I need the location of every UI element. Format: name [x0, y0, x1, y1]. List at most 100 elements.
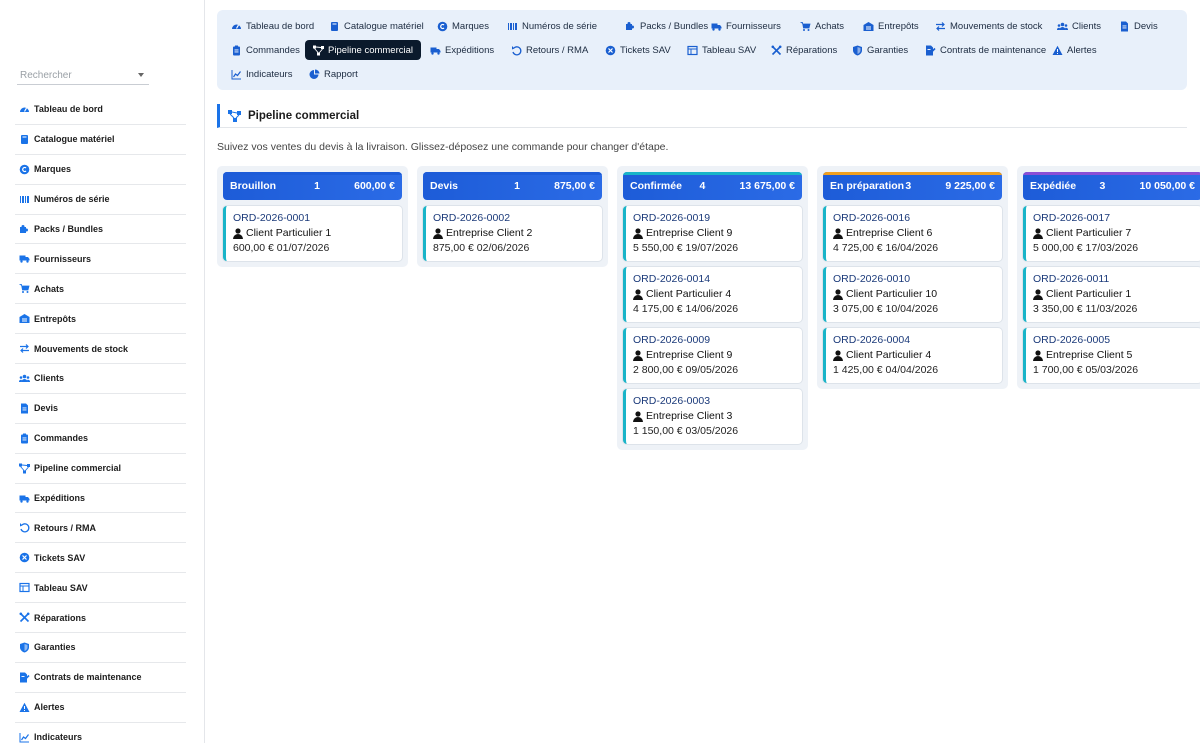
sidebar-item-reparations[interactable]: Réparations [15, 603, 186, 634]
nav-item-pipeline-commercial[interactable]: Pipeline commercial [305, 40, 422, 60]
sidebar-item-catalogue-materiel[interactable]: Catalogue matériel [15, 125, 186, 155]
sidebar-item-marques[interactable]: Marques [15, 155, 186, 185]
order-id-link[interactable]: ORD-2026-0002 [433, 211, 595, 226]
order-card[interactable]: ORD-2026-0002 Entreprise Client 2 875,00… [423, 206, 602, 261]
sidebar-item-numeros-de-serie[interactable]: Numéros de série [15, 185, 186, 215]
nav-item-clients[interactable]: Clients [1049, 16, 1109, 36]
nav-item-indicateurs[interactable]: Indicateurs [223, 64, 300, 84]
nav-item-garanties[interactable]: Garanties [844, 40, 916, 60]
kanban-column-en-preparation[interactable]: En préparation 3 9 225,00 € ORD-2026-001… [817, 166, 1008, 389]
nav-item-devis[interactable]: Devis [1111, 16, 1166, 36]
nav-item-tickets-sav[interactable]: Tickets SAV [597, 40, 679, 60]
order-id-link[interactable]: ORD-2026-0014 [633, 272, 795, 287]
column-title: En préparation [830, 180, 905, 192]
column-count: 3 [905, 180, 912, 192]
sidebar-item-label: Fournisseurs [34, 253, 92, 264]
kanban-column-confirmee[interactable]: Confirmée 4 13 675,00 € ORD-2026-0019 En… [617, 166, 808, 450]
kanban-column-brouillon[interactable]: Brouillon 1 600,00 € ORD-2026-0001 Clien… [217, 166, 408, 267]
order-id-link[interactable]: ORD-2026-0009 [633, 333, 795, 348]
sidebar-item-commandes[interactable]: Commandes [15, 424, 186, 454]
user-icon [833, 289, 843, 300]
nav-item-contrats-de-maintenance[interactable]: Contrats de maintenance [917, 40, 1054, 60]
order-card[interactable]: ORD-2026-0014 Client Particulier 4 4 175… [623, 267, 802, 322]
order-client: Client Particulier 1 [233, 226, 395, 241]
nav-item-fournisseurs[interactable]: Fournisseurs [703, 16, 789, 36]
nav-item-label: Mouvements de stock [950, 20, 1043, 32]
nav-item-mouvements-de-stock[interactable]: Mouvements de stock [927, 16, 1050, 36]
sidebar-item-garanties[interactable]: Garanties [15, 633, 186, 663]
sidebar-item-contrats-de-maintenance[interactable]: Contrats de maintenance [15, 663, 186, 693]
table-icon [19, 582, 30, 593]
client-name: Entreprise Client 9 [646, 227, 733, 239]
nav-item-rapport[interactable]: Rapport [301, 64, 366, 84]
nav-item-tableau-sav[interactable]: Tableau SAV [679, 40, 764, 60]
nav-item-label: Entrepôts [878, 20, 919, 32]
order-card[interactable]: ORD-2026-0016 Entreprise Client 6 4 725,… [823, 206, 1002, 261]
column-total: 600,00 € [354, 180, 395, 192]
sidebar-item-achats[interactable]: Achats [15, 274, 186, 305]
kanban-column-expediee[interactable]: Expédiée 3 10 050,00 € ORD-2026-0017 Cli… [1017, 166, 1200, 389]
order-card[interactable]: ORD-2026-0009 Entreprise Client 9 2 800,… [623, 328, 802, 383]
warehouse-icon [19, 313, 30, 324]
nav-item-label: Fournisseurs [726, 20, 781, 32]
kanban-column-devis[interactable]: Devis 1 875,00 € ORD-2026-0002 Entrepris… [417, 166, 608, 267]
sidebar-item-packs-bundles[interactable]: Packs / Bundles [15, 215, 186, 245]
sidebar-item-label: Indicateurs [34, 732, 83, 743]
sidebar-list: Tableau de bord Catalogue matériel Marqu… [15, 95, 186, 743]
order-id-link[interactable]: ORD-2026-0004 [833, 333, 995, 348]
sidebar-item-pipeline-commercial[interactable]: Pipeline commercial [15, 454, 186, 484]
order-client: Entreprise Client 6 [833, 226, 995, 241]
order-id-link[interactable]: ORD-2026-0001 [233, 211, 395, 226]
nav-item-achats[interactable]: Achats [792, 16, 852, 36]
order-id-link[interactable]: ORD-2026-0011 [1033, 272, 1195, 287]
cart-icon [19, 283, 30, 294]
nav-item-reparations[interactable]: Réparations [763, 40, 845, 60]
sidebar-item-devis[interactable]: Devis [15, 394, 186, 424]
column-total: 13 675,00 € [739, 180, 795, 192]
search-select[interactable]: Rechercher [17, 66, 149, 85]
nav-item-numeros-de-serie[interactable]: Numéros de série [499, 16, 605, 36]
order-id-link[interactable]: ORD-2026-0017 [1033, 211, 1195, 226]
nav-item-packs-bundles[interactable]: Packs / Bundles [617, 16, 716, 36]
order-id-link[interactable]: ORD-2026-0003 [633, 394, 795, 409]
file-icon [19, 403, 30, 414]
sidebar-item-mouvements-de-stock[interactable]: Mouvements de stock [15, 334, 186, 365]
order-card[interactable]: ORD-2026-0019 Entreprise Client 9 5 550,… [623, 206, 802, 261]
warning-icon [1052, 45, 1063, 56]
nav-item-alertes[interactable]: Alertes [1044, 40, 1105, 60]
nav-item-marques[interactable]: Marques [429, 16, 497, 36]
sidebar-item-tickets-sav[interactable]: Tickets SAV [15, 543, 186, 574]
barcode-icon [19, 194, 30, 205]
order-amount-date: 3 075,00 € 10/04/2026 [833, 303, 939, 315]
nav-item-expeditions[interactable]: Expéditions [422, 40, 502, 60]
sidebar-item-retours-rma[interactable]: Retours / RMA [15, 513, 186, 544]
nav-item-tableau-de-bord[interactable]: Tableau de bord [223, 16, 322, 36]
order-amount-date: 875,00 € 02/06/2026 [433, 242, 530, 254]
sidebar-item-tableau-de-bord[interactable]: Tableau de bord [15, 95, 186, 125]
order-card[interactable]: ORD-2026-0001 Client Particulier 1 600,0… [223, 206, 402, 261]
nav-item-entrepots[interactable]: Entrepôts [855, 16, 927, 36]
order-card[interactable]: ORD-2026-0010 Client Particulier 10 3 07… [823, 267, 1002, 322]
order-id-link[interactable]: ORD-2026-0005 [1033, 333, 1195, 348]
order-card[interactable]: ORD-2026-0011 Client Particulier 1 3 350… [1023, 267, 1200, 322]
order-id-link[interactable]: ORD-2026-0019 [633, 211, 795, 226]
order-card[interactable]: ORD-2026-0004 Client Particulier 4 1 425… [823, 328, 1002, 383]
nav-item-label: Tickets SAV [620, 44, 671, 56]
sidebar-item-fournisseurs[interactable]: Fournisseurs [15, 244, 186, 275]
nav-item-commandes[interactable]: Commandes [223, 40, 308, 60]
order-id-link[interactable]: ORD-2026-0010 [833, 272, 995, 287]
sidebar-item-indicateurs[interactable]: Indicateurs [15, 723, 186, 743]
sidebar-item-clients[interactable]: Clients [15, 364, 186, 394]
nav-item-label: Indicateurs [246, 68, 293, 80]
sidebar-item-label: Contrats de maintenance [34, 672, 142, 683]
order-card[interactable]: ORD-2026-0017 Client Particulier 7 5 000… [1023, 206, 1200, 261]
order-id-link[interactable]: ORD-2026-0016 [833, 211, 995, 226]
sidebar-item-tableau-sav[interactable]: Tableau SAV [15, 573, 186, 604]
nav-item-catalogue-materiel[interactable]: Catalogue matériel [321, 16, 432, 36]
sidebar-item-alertes[interactable]: Alertes [15, 693, 186, 723]
order-card[interactable]: ORD-2026-0005 Entreprise Client 5 1 700,… [1023, 328, 1200, 383]
sidebar-item-expeditions[interactable]: Expéditions [15, 484, 186, 514]
order-card[interactable]: ORD-2026-0003 Entreprise Client 3 1 150,… [623, 389, 802, 444]
nav-item-retours-rma[interactable]: Retours / RMA [503, 40, 596, 60]
sidebar-item-entrepots[interactable]: Entrepôts [15, 304, 186, 335]
